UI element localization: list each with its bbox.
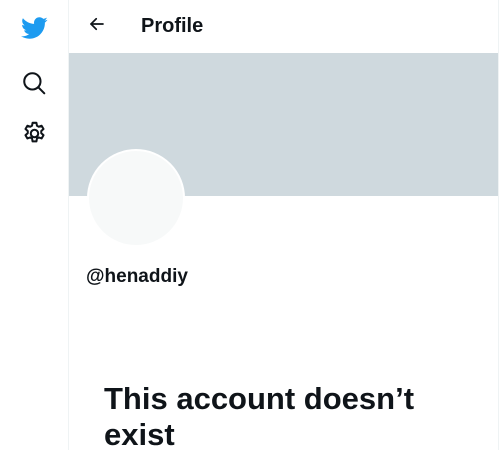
settings-button[interactable] xyxy=(9,108,59,158)
empty-state-title: This account doesn’t exist xyxy=(104,381,415,450)
nav-rail xyxy=(0,0,68,450)
twitter-bird-icon xyxy=(20,14,48,42)
profile-column: Profile @henaddiy This account doesn’t e… xyxy=(68,0,499,450)
arrow-left-icon xyxy=(88,15,106,38)
home-logo-button[interactable] xyxy=(9,3,59,53)
search-icon xyxy=(21,70,47,96)
page-title: Profile xyxy=(141,15,204,37)
back-button[interactable] xyxy=(79,8,115,44)
profile-handle: @henaddiy xyxy=(86,266,188,287)
explore-button[interactable] xyxy=(9,58,59,108)
gear-icon xyxy=(21,120,48,147)
app-window: Profile @henaddiy This account doesn’t e… xyxy=(0,0,500,450)
top-bar: Profile xyxy=(69,0,498,53)
avatar[interactable] xyxy=(87,149,185,247)
